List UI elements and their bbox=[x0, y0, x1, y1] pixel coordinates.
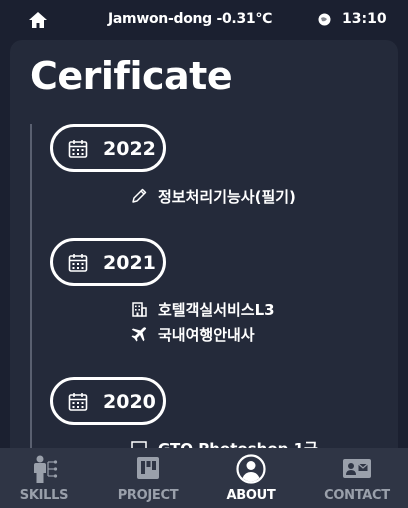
year-label: 2021 bbox=[103, 252, 156, 274]
year-label: 2020 bbox=[103, 391, 156, 413]
status-bar: Jamwon-dong -0.31℃ 13:10 bbox=[0, 0, 408, 40]
year-label: 2022 bbox=[103, 138, 156, 160]
contact-icon bbox=[343, 459, 371, 478]
certificate-label: 정보처리기능사(필기) bbox=[158, 187, 296, 206]
location-weather: Jamwon-dong -0.31℃ bbox=[108, 11, 272, 27]
certificate-item: 호텔객실서비스L3 bbox=[130, 298, 275, 320]
calendar-icon bbox=[68, 254, 88, 272]
certificate-item: 국내여행안내사 bbox=[130, 323, 255, 345]
nav-skills[interactable]: SKILLS bbox=[14, 448, 74, 508]
airplane-icon bbox=[131, 327, 147, 342]
nav-label: PROJECT bbox=[117, 488, 179, 503]
hotel-icon bbox=[132, 302, 147, 317]
nav-project[interactable]: PROJECT bbox=[112, 448, 184, 508]
year-pill-2021: 2021 bbox=[50, 238, 166, 286]
pencil-icon bbox=[132, 188, 147, 203]
timeline-line bbox=[30, 124, 32, 460]
year-pill-2020: 2020 bbox=[50, 377, 166, 425]
nav-label: SKILLS bbox=[19, 488, 69, 503]
calendar-icon bbox=[68, 140, 88, 158]
certificate-label: 호텔객실서비스L3 bbox=[158, 300, 275, 319]
project-icon bbox=[137, 457, 159, 479]
skills-icon bbox=[34, 455, 58, 483]
certificate-card: Cerificate 2022 정보처리기능사(필기) 2021 호텔객실서비스… bbox=[10, 40, 398, 460]
bottom-nav: SKILLS PROJECT ABOUT CONTACT bbox=[0, 448, 408, 508]
weather-icon bbox=[318, 13, 331, 26]
year-pill-2022: 2022 bbox=[50, 124, 166, 172]
nav-label: CONTACT bbox=[324, 488, 390, 503]
nav-about[interactable]: ABOUT bbox=[220, 448, 282, 508]
clock: 13:10 bbox=[342, 11, 387, 27]
calendar-icon bbox=[68, 393, 88, 411]
nav-label: ABOUT bbox=[226, 488, 276, 503]
certificate-label: 국내여행안내사 bbox=[158, 325, 255, 344]
certificate-item: 정보처리기능사(필기) bbox=[130, 185, 296, 207]
about-icon bbox=[236, 454, 266, 484]
nav-contact[interactable]: CONTACT bbox=[318, 448, 396, 508]
home-icon[interactable] bbox=[28, 10, 48, 30]
page-title: Cerificate bbox=[30, 54, 233, 98]
